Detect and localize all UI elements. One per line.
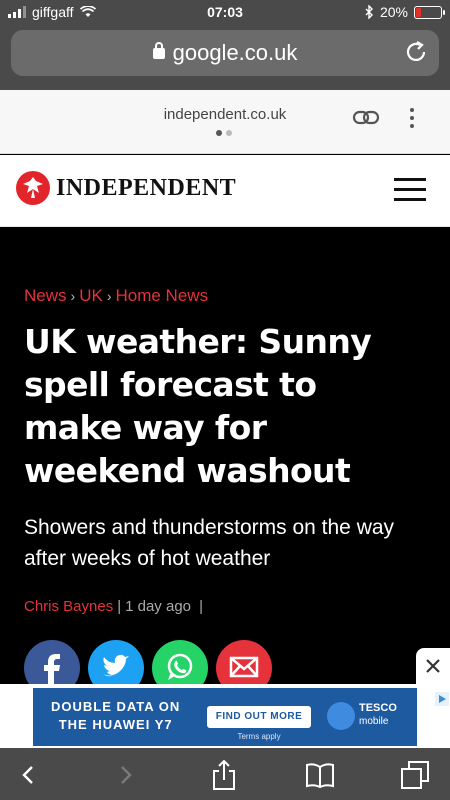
ad-terms: Terms apply	[237, 732, 281, 741]
twitter-icon	[103, 654, 129, 677]
forward-icon[interactable]	[110, 760, 142, 790]
site-header: INDEPENDENT	[0, 155, 450, 227]
author-link[interactable]: Chris Baynes	[24, 598, 113, 615]
link-icon[interactable]	[352, 108, 380, 128]
byline: Chris Baynes | 1 day ago |	[24, 598, 204, 615]
site-logo[interactable]: INDEPENDENT	[16, 171, 236, 205]
eagle-logo-icon	[16, 171, 50, 205]
lock-icon	[152, 42, 165, 59]
article-headline: UK weather: Sunny spell forecast to make…	[24, 322, 372, 490]
facebook-icon	[44, 654, 60, 686]
ad-brand: TESCO mobile	[359, 702, 397, 727]
hamburger-menu-icon[interactable]	[394, 178, 426, 202]
ad-close-button[interactable]	[416, 648, 450, 684]
more-options-icon[interactable]	[406, 108, 418, 134]
close-icon	[426, 659, 440, 673]
ad-copy: DOUBLE DATA ON THE HUAWEI Y7	[51, 699, 181, 732]
ad-banner[interactable]: DOUBLE DATA ON THE HUAWEI Y7 FIND OUT MO…	[33, 688, 449, 746]
adchoices-icon[interactable]	[435, 692, 449, 706]
logo-wordmark: INDEPENDENT	[56, 174, 237, 201]
ad-cta-button[interactable]: FIND OUT MORE	[207, 706, 311, 728]
tabs-icon[interactable]	[400, 760, 432, 790]
address-bar[interactable]: google.co.uk	[11, 30, 439, 76]
page-indicator	[216, 130, 232, 136]
browser-toolbar	[0, 748, 450, 800]
breadcrumb-uk[interactable]: UK	[79, 286, 103, 305]
bluetooth-icon	[365, 5, 373, 19]
breadcrumb-home-news[interactable]: Home News	[115, 286, 208, 305]
chevron-right-icon: ›	[106, 288, 112, 304]
status-bar: giffgaff 07:03 20%	[0, 0, 450, 26]
article-standfirst: Showers and thunderstorms on the way aft…	[24, 516, 395, 570]
reload-icon[interactable]	[403, 39, 429, 65]
battery-icon	[414, 5, 445, 19]
browser-chrome: google.co.uk	[0, 26, 450, 90]
ad-container: DOUBLE DATA ON THE HUAWEI Y7 FIND OUT MO…	[0, 684, 450, 748]
amp-viewer-header: independent.co.uk	[0, 90, 450, 154]
battery-percent: 20%	[379, 4, 408, 20]
breadcrumb: News › UK › Home News	[24, 286, 208, 306]
amp-domain[interactable]: independent.co.uk	[0, 106, 450, 123]
email-icon	[229, 656, 259, 678]
tesco-mobile-logo-icon	[327, 702, 355, 730]
publish-time: 1 day ago	[125, 598, 191, 615]
breadcrumb-news[interactable]: News	[24, 286, 67, 305]
address-host: google.co.uk	[172, 40, 298, 65]
article: News › UK › Home News UK weather: Sunny spel…	[0, 238, 450, 696]
whatsapp-icon	[167, 653, 193, 680]
bookmarks-icon[interactable]	[304, 760, 336, 790]
chevron-right-icon: ›	[70, 288, 76, 304]
back-icon[interactable]	[14, 760, 46, 790]
share-icon[interactable]	[208, 760, 240, 790]
